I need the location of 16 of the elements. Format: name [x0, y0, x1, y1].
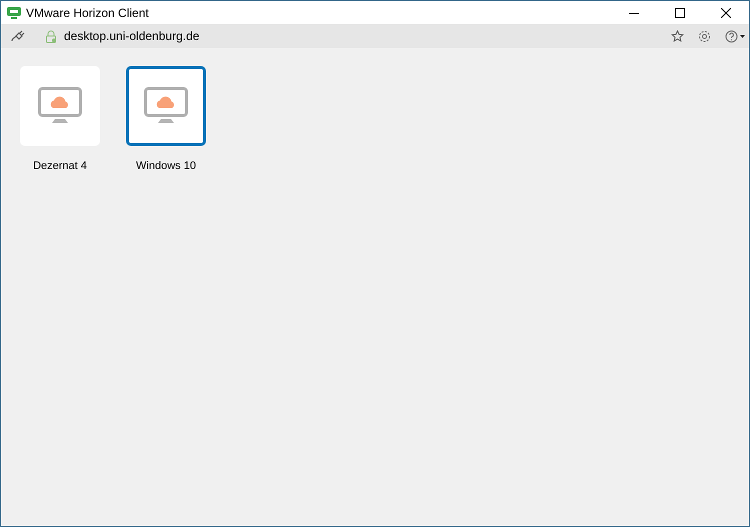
monitor-icon	[144, 87, 188, 125]
monitor-icon	[38, 87, 82, 125]
window-title: VMware Horizon Client	[26, 4, 149, 22]
desktop-name: Windows 10	[136, 159, 196, 174]
server-address: desktop.uni-oldenburg.de	[64, 28, 200, 45]
desktop-name: Dezernat 4	[33, 159, 87, 174]
plug-icon[interactable]	[11, 29, 25, 43]
close-icon[interactable]	[721, 8, 731, 18]
app-logo-icon	[7, 6, 21, 18]
help-icon[interactable]	[725, 30, 745, 42]
lock-icon	[45, 30, 57, 42]
star-icon[interactable]	[671, 30, 684, 42]
desktop-tile[interactable]	[20, 66, 100, 146]
maximize-icon[interactable]	[675, 8, 685, 18]
desktop-tile[interactable]	[126, 66, 206, 146]
settings-icon[interactable]	[698, 30, 711, 42]
